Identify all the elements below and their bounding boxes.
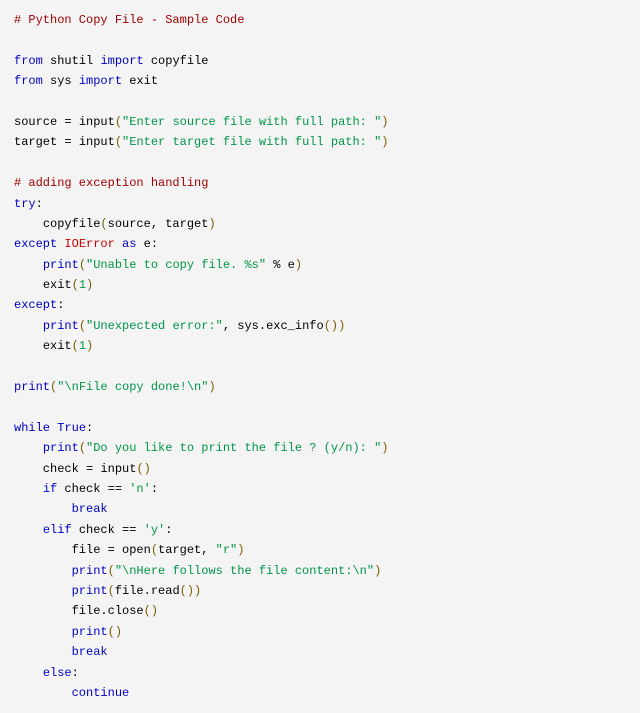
- module-shutil: shutil: [50, 54, 93, 68]
- kw-continue: continue: [72, 686, 130, 700]
- str-r: "r": [216, 543, 238, 557]
- fn-print: print: [43, 258, 79, 272]
- str-copy-done: "\nFile copy done!\n": [57, 380, 208, 394]
- fn-input: input: [79, 115, 115, 129]
- fn-open: open: [122, 543, 151, 557]
- kw-from: from: [14, 54, 43, 68]
- str-file-content: "\nHere follows the file content:\n": [115, 564, 374, 578]
- fn-exit: exit: [43, 339, 72, 353]
- str-target-prompt: "Enter target file with full path: ": [122, 135, 381, 149]
- kw-try: try: [14, 197, 36, 211]
- fn-exit: exit: [43, 278, 72, 292]
- fn-input: input: [100, 462, 136, 476]
- module-sys: sys: [50, 74, 72, 88]
- fn-print: print: [14, 380, 50, 394]
- kw-import: import: [100, 54, 143, 68]
- fn-print: print: [43, 441, 79, 455]
- name-exit: exit: [129, 74, 158, 88]
- comment-title: # Python Copy File - Sample Code: [14, 13, 244, 27]
- name-copyfile: copyfile: [151, 54, 209, 68]
- exc-ioerror: IOError: [64, 237, 114, 251]
- str-yn-prompt: "Do you like to print the file ? (y/n): …: [86, 441, 381, 455]
- kw-import: import: [79, 74, 122, 88]
- str-y: 'y': [144, 523, 166, 537]
- fn-copyfile: copyfile: [43, 217, 101, 231]
- kw-as: as: [122, 237, 136, 251]
- comment-exception: # adding exception handling: [14, 176, 208, 190]
- fn-print: print: [72, 564, 108, 578]
- str-unable-copy: "Unable to copy file. %s": [86, 258, 266, 272]
- kw-if: if: [43, 482, 57, 496]
- const-true: True: [57, 421, 86, 435]
- kw-else: else: [43, 666, 72, 680]
- str-source-prompt: "Enter source file with full path: ": [122, 115, 381, 129]
- code-block: # Python Copy File - Sample Code from sh…: [14, 10, 626, 703]
- str-unexpected: "Unexpected error:": [86, 319, 223, 333]
- str-n: 'n': [129, 482, 151, 496]
- fn-print: print: [72, 625, 108, 639]
- kw-break: break: [72, 645, 108, 659]
- fn-print: print: [43, 319, 79, 333]
- kw-break: break: [72, 502, 108, 516]
- kw-except: except: [14, 298, 57, 312]
- var-source: source: [14, 115, 57, 129]
- fn-input: input: [79, 135, 115, 149]
- kw-from: from: [14, 74, 43, 88]
- fn-print: print: [72, 584, 108, 598]
- kw-except: except: [14, 237, 57, 251]
- var-target: target: [14, 135, 57, 149]
- kw-while: while: [14, 421, 50, 435]
- kw-elif: elif: [43, 523, 72, 537]
